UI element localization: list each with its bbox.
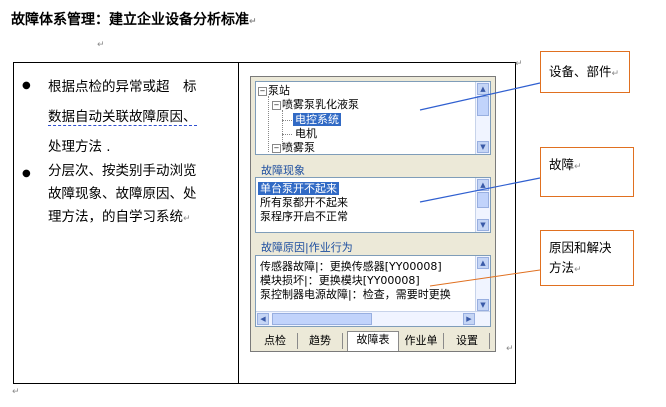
paragraph-mark: ↵ <box>574 162 582 172</box>
callout-equipment-text: 设备、部件 <box>549 64 612 79</box>
leader-line-cause <box>429 269 541 287</box>
leader-line-equipment <box>419 82 541 111</box>
callout-equipment: 设备、部件↵ <box>540 51 630 93</box>
leader-line-fault <box>419 177 541 203</box>
callout-fault-text: 故障 <box>549 157 575 172</box>
callout-fault: 故障↵ <box>540 147 634 197</box>
callout-cause-line-1: 原因和解决 <box>549 240 612 255</box>
callout-cause-line-2: 方法 <box>549 260 575 275</box>
paragraph-mark: ↵ <box>611 69 620 79</box>
paragraph-mark: ↵ <box>574 265 582 275</box>
callout-cause-solution: 原因和解决 方法↵ <box>540 230 634 286</box>
